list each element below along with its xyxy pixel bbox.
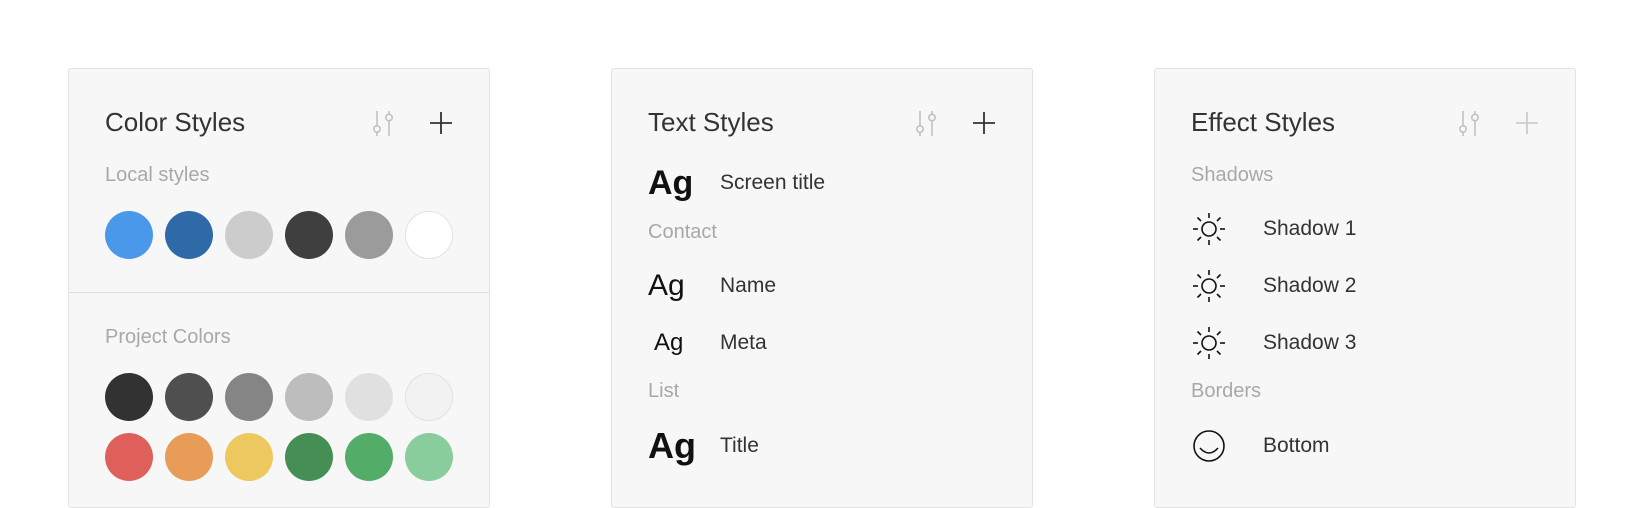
color-styles-panel: Color Styles Local styles Project Colors	[68, 68, 490, 508]
panel-title: Text Styles	[648, 107, 774, 137]
sun-icon	[1191, 325, 1263, 361]
effect-style-shadow-2[interactable]: Shadow 2	[1191, 264, 1555, 308]
color-swatch[interactable]	[165, 211, 213, 259]
style-name: Meta	[720, 331, 767, 354]
shadows-label: Shadows	[1191, 164, 1274, 186]
panel-title: Color Styles	[105, 107, 246, 137]
color-swatch[interactable]	[345, 211, 393, 259]
color-swatch[interactable]	[105, 373, 153, 421]
local-swatch-row	[105, 211, 453, 259]
color-swatch[interactable]	[285, 433, 333, 481]
plus-icon	[973, 112, 995, 134]
color-swatch[interactable]	[405, 373, 453, 421]
sliders-icon[interactable]	[1455, 109, 1483, 137]
effect-styles-panel: Effect Styles Shadows Shadow 1 Shadow 2 …	[1154, 68, 1576, 508]
section-list-label: List	[648, 380, 680, 402]
text-style-title[interactable]: Ag Title	[648, 424, 1012, 468]
text-preview: Ag	[648, 164, 694, 202]
sun-icon	[1191, 268, 1263, 304]
style-name: Shadow 3	[1263, 331, 1357, 354]
add-effect-style-button[interactable]	[1513, 109, 1541, 137]
color-swatch[interactable]	[225, 373, 273, 421]
color-swatch[interactable]	[165, 433, 213, 481]
style-name: Bottom	[1263, 434, 1330, 457]
style-name: Shadow 1	[1263, 217, 1357, 240]
section-contact-label: Contact	[648, 221, 717, 243]
color-swatch[interactable]	[405, 433, 453, 481]
text-style-meta[interactable]: Ag Meta	[648, 321, 1012, 365]
style-name: Screen title	[720, 171, 826, 194]
color-swatch[interactable]	[405, 211, 453, 259]
local-styles-label: Local styles	[105, 164, 210, 186]
style-name: Title	[720, 434, 759, 457]
project-swatch-row	[105, 433, 453, 481]
color-swatch[interactable]	[285, 211, 333, 259]
text-styles-panel: Text Styles Ag Screen title Contact Ag N…	[611, 68, 1033, 508]
panel-title: Effect Styles	[1191, 107, 1336, 137]
color-swatch[interactable]	[105, 433, 153, 481]
project-swatch-row	[105, 373, 453, 421]
add-text-style-button[interactable]	[970, 109, 998, 137]
effect-style-shadow-3[interactable]: Shadow 3	[1191, 321, 1555, 365]
plus-icon	[1516, 112, 1538, 134]
color-swatch[interactable]	[345, 373, 393, 421]
borders-label: Borders	[1191, 380, 1262, 402]
text-preview: Ag	[648, 269, 685, 302]
sliders-icon[interactable]	[912, 109, 940, 137]
section-divider	[69, 292, 489, 293]
text-preview: Ag	[654, 329, 684, 356]
smile-circle-icon	[1191, 428, 1263, 464]
sliders-icon[interactable]	[369, 109, 397, 137]
text-style-name[interactable]: Ag Name	[648, 264, 1012, 308]
color-swatch[interactable]	[345, 433, 393, 481]
color-swatch[interactable]	[105, 211, 153, 259]
style-name: Shadow 2	[1263, 274, 1357, 297]
effect-style-shadow-1[interactable]: Shadow 1	[1191, 207, 1555, 251]
style-name: Name	[720, 274, 777, 297]
color-swatch[interactable]	[225, 433, 273, 481]
color-swatch[interactable]	[285, 373, 333, 421]
color-swatch[interactable]	[165, 373, 213, 421]
text-preview: Ag	[648, 425, 696, 466]
text-style-screen-title[interactable]: Ag Screen title	[648, 161, 1012, 205]
color-swatch[interactable]	[225, 211, 273, 259]
effect-style-bottom[interactable]: Bottom	[1191, 424, 1555, 468]
plus-icon	[430, 112, 452, 134]
sun-icon	[1191, 211, 1263, 247]
add-color-style-button[interactable]	[427, 109, 455, 137]
project-colors-label: Project Colors	[105, 326, 231, 348]
